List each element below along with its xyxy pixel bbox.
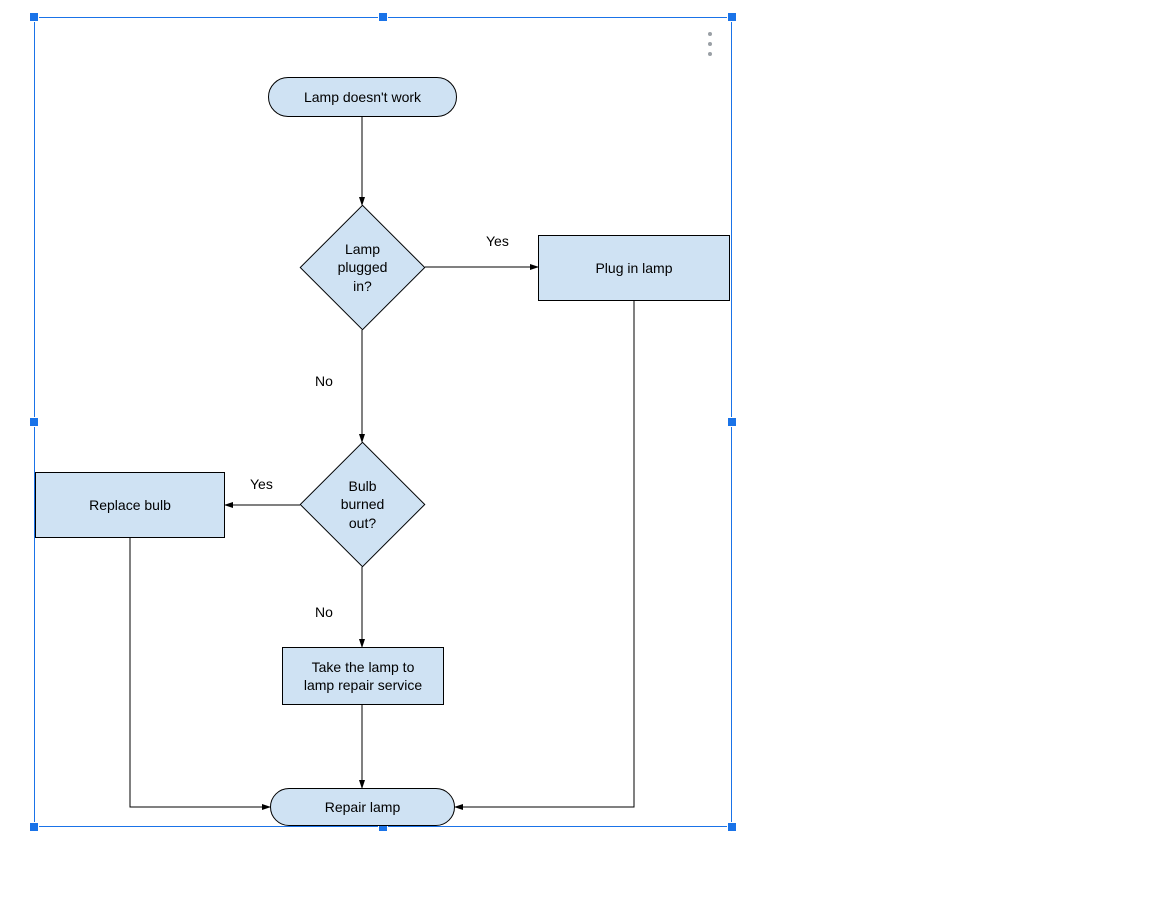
- edge-replace-end: [130, 538, 270, 807]
- node-take-process[interactable]: Take the lamp to lamp repair service: [282, 647, 444, 705]
- edges-layer: [0, 0, 1168, 918]
- node-d2-decision[interactable]: Bulb burned out?: [318, 460, 407, 549]
- selection-handle-n[interactable]: [378, 12, 388, 22]
- node-d1-label: Lamp plugged in?: [338, 240, 388, 295]
- selection-handle-e[interactable]: [727, 417, 737, 427]
- edge-label-d2-replace: Yes: [250, 476, 273, 492]
- node-end-label: Repair lamp: [325, 798, 400, 816]
- edge-plugin-end: [455, 301, 634, 807]
- node-d2-label: Bulb burned out?: [341, 477, 385, 532]
- more-menu-icon[interactable]: [700, 32, 720, 56]
- edge-label-d1-plugin: Yes: [486, 233, 509, 249]
- node-start-terminal[interactable]: Lamp doesn't work: [268, 77, 457, 117]
- selection-handle-ne[interactable]: [727, 12, 737, 22]
- diagram-canvas[interactable]: Lamp doesn't work Lamp plugged in? Plug …: [0, 0, 1168, 918]
- node-take-label: Take the lamp to lamp repair service: [304, 658, 422, 694]
- node-end-terminal[interactable]: Repair lamp: [270, 788, 455, 826]
- node-start-label: Lamp doesn't work: [304, 88, 421, 106]
- edge-label-d1-d2: No: [315, 373, 333, 389]
- selection-handle-se[interactable]: [727, 822, 737, 832]
- node-plugin-process[interactable]: Plug in lamp: [538, 235, 730, 301]
- node-plugin-label: Plug in lamp: [595, 259, 672, 277]
- selection-border: [34, 17, 732, 827]
- selection-handle-nw[interactable]: [29, 12, 39, 22]
- selection-handle-w[interactable]: [29, 417, 39, 427]
- selection-handle-sw[interactable]: [29, 822, 39, 832]
- edge-label-d2-take: No: [315, 604, 333, 620]
- node-replace-process[interactable]: Replace bulb: [35, 472, 225, 538]
- node-d1-decision[interactable]: Lamp plugged in?: [318, 223, 407, 312]
- node-replace-label: Replace bulb: [89, 496, 171, 514]
